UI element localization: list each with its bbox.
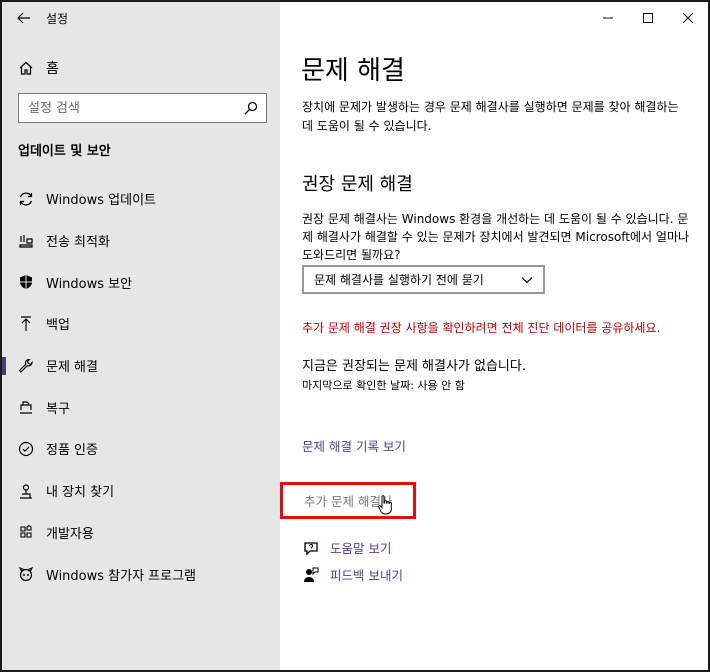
sidebar-item-label: Windows 업데이트: [46, 193, 157, 209]
sidebar: 설정 홈 업데이트 및 보안 Windows 업데이트: [2, 2, 280, 670]
sidebar-item-label: Windows 참가자 프로그램: [46, 568, 197, 584]
feedback-person-icon: [302, 567, 320, 583]
recommended-heading: 권장 문제 해결: [302, 174, 413, 195]
get-help-link[interactable]: 도움말 보기: [330, 538, 391, 557]
main-content: 문제 해결 장치에 문제가 발생하는 경우 문제 해결사를 실행하면 문제를 찾…: [280, 2, 708, 670]
help-chat-icon: [302, 540, 320, 556]
backup-arrow-icon: [17, 315, 35, 333]
title-bar: 설정: [2, 2, 280, 34]
sidebar-item-troubleshoot[interactable]: 문제 해결: [2, 345, 280, 387]
recommended-description: 권장 문제 해결사는 Windows 환경을 개선하는 데 도움이 될 수 있습…: [302, 212, 690, 262]
troubleshoot-history-link[interactable]: 문제 해결 기록 보기: [302, 436, 406, 455]
sidebar-item-label: 문제 해결: [46, 360, 98, 376]
wrench-icon: [17, 357, 35, 375]
sidebar-item-activation[interactable]: 정품 인증: [2, 428, 280, 470]
home-icon: [16, 60, 36, 76]
page-title: 문제 해결: [301, 56, 405, 86]
back-button[interactable]: [2, 2, 46, 34]
feedback-link[interactable]: 피드백 보내기: [330, 565, 403, 584]
find-device-icon: [17, 482, 35, 500]
get-help-row[interactable]: 도움말 보기: [302, 538, 391, 557]
hand-cursor-icon: [378, 495, 392, 515]
sidebar-item-windows-security[interactable]: Windows 보안: [2, 261, 280, 303]
sidebar-item-label: 백업: [46, 318, 70, 334]
refresh-icon: [17, 190, 35, 208]
sidebar-item-for-developers[interactable]: 개발자용: [2, 512, 280, 554]
sidebar-item-delivery-optimization[interactable]: 전송 최적화: [2, 220, 280, 262]
diagnostic-warning: 추가 문제 해결 권장 사항을 확인하려면 전체 진단 데이터를 공유하세요.: [302, 321, 661, 335]
no-troubleshooters-message: 지금은 권장되는 문제 해결사가 없습니다.: [302, 359, 526, 374]
close-button[interactable]: [668, 2, 708, 34]
shield-icon: [17, 273, 35, 291]
minimize-icon: [603, 17, 613, 19]
additional-troubleshooters-link[interactable]: 추가 문제 해결사: [280, 482, 416, 519]
dropdown-value: 문제 해결사를 실행하기 전에 묻기: [314, 273, 484, 287]
activation-check-icon: [17, 440, 35, 458]
search-icon[interactable]: [244, 101, 258, 115]
sidebar-section-title: 업데이트 및 보안: [18, 144, 111, 159]
delivery-optimization-icon: [17, 232, 35, 250]
minimize-button[interactable]: [588, 2, 628, 34]
search-input[interactable]: [28, 100, 238, 116]
search-box[interactable]: [18, 93, 267, 123]
developer-icon: [17, 523, 35, 541]
feedback-row[interactable]: 피드백 보내기: [302, 565, 403, 584]
sidebar-item-label: 내 장치 찾기: [46, 485, 115, 501]
sidebar-item-find-my-device[interactable]: 내 장치 찾기: [2, 470, 280, 512]
sidebar-item-label: 개발자용: [46, 526, 94, 542]
last-checked-text: 마지막으로 확인한 날짜: 사용 안 함: [302, 379, 465, 392]
nav-home[interactable]: 홈: [2, 52, 280, 84]
sidebar-item-recovery[interactable]: 복구: [2, 386, 280, 428]
sidebar-item-label: 복구: [46, 401, 70, 417]
sidebar-item-backup[interactable]: 백업: [2, 303, 280, 345]
sidebar-nav: Windows 업데이트 전송 최적화 Windows 보안 백업 문제 해결 …: [2, 178, 280, 595]
maximize-button[interactable]: [628, 2, 668, 34]
sidebar-item-label: Windows 보안: [46, 276, 133, 292]
sidebar-item-label: 전송 최적화: [46, 235, 110, 251]
insider-icon: [17, 565, 35, 583]
close-icon: [683, 13, 693, 23]
sidebar-item-windows-update[interactable]: Windows 업데이트: [2, 178, 280, 220]
app-title: 설정: [46, 11, 69, 26]
sidebar-item-label: 정품 인증: [46, 443, 98, 459]
chevron-down-icon: [521, 276, 533, 283]
back-arrow-icon: [17, 12, 30, 24]
recovery-icon: [17, 398, 35, 416]
maximize-icon: [643, 13, 653, 23]
intro-text: 장치에 문제가 발생하는 경우 문제 해결사를 실행하면 문제를 찾아 해결하는…: [302, 100, 679, 133]
nav-home-label: 홈: [46, 61, 59, 77]
sidebar-item-windows-insider[interactable]: Windows 참가자 프로그램: [2, 553, 280, 595]
recommended-troubleshooting-dropdown[interactable]: 문제 해결사를 실행하기 전에 묻기: [302, 265, 545, 294]
window-controls: [588, 2, 708, 34]
settings-window: 설정 홈 업데이트 및 보안 Windows 업데이트: [0, 0, 710, 672]
